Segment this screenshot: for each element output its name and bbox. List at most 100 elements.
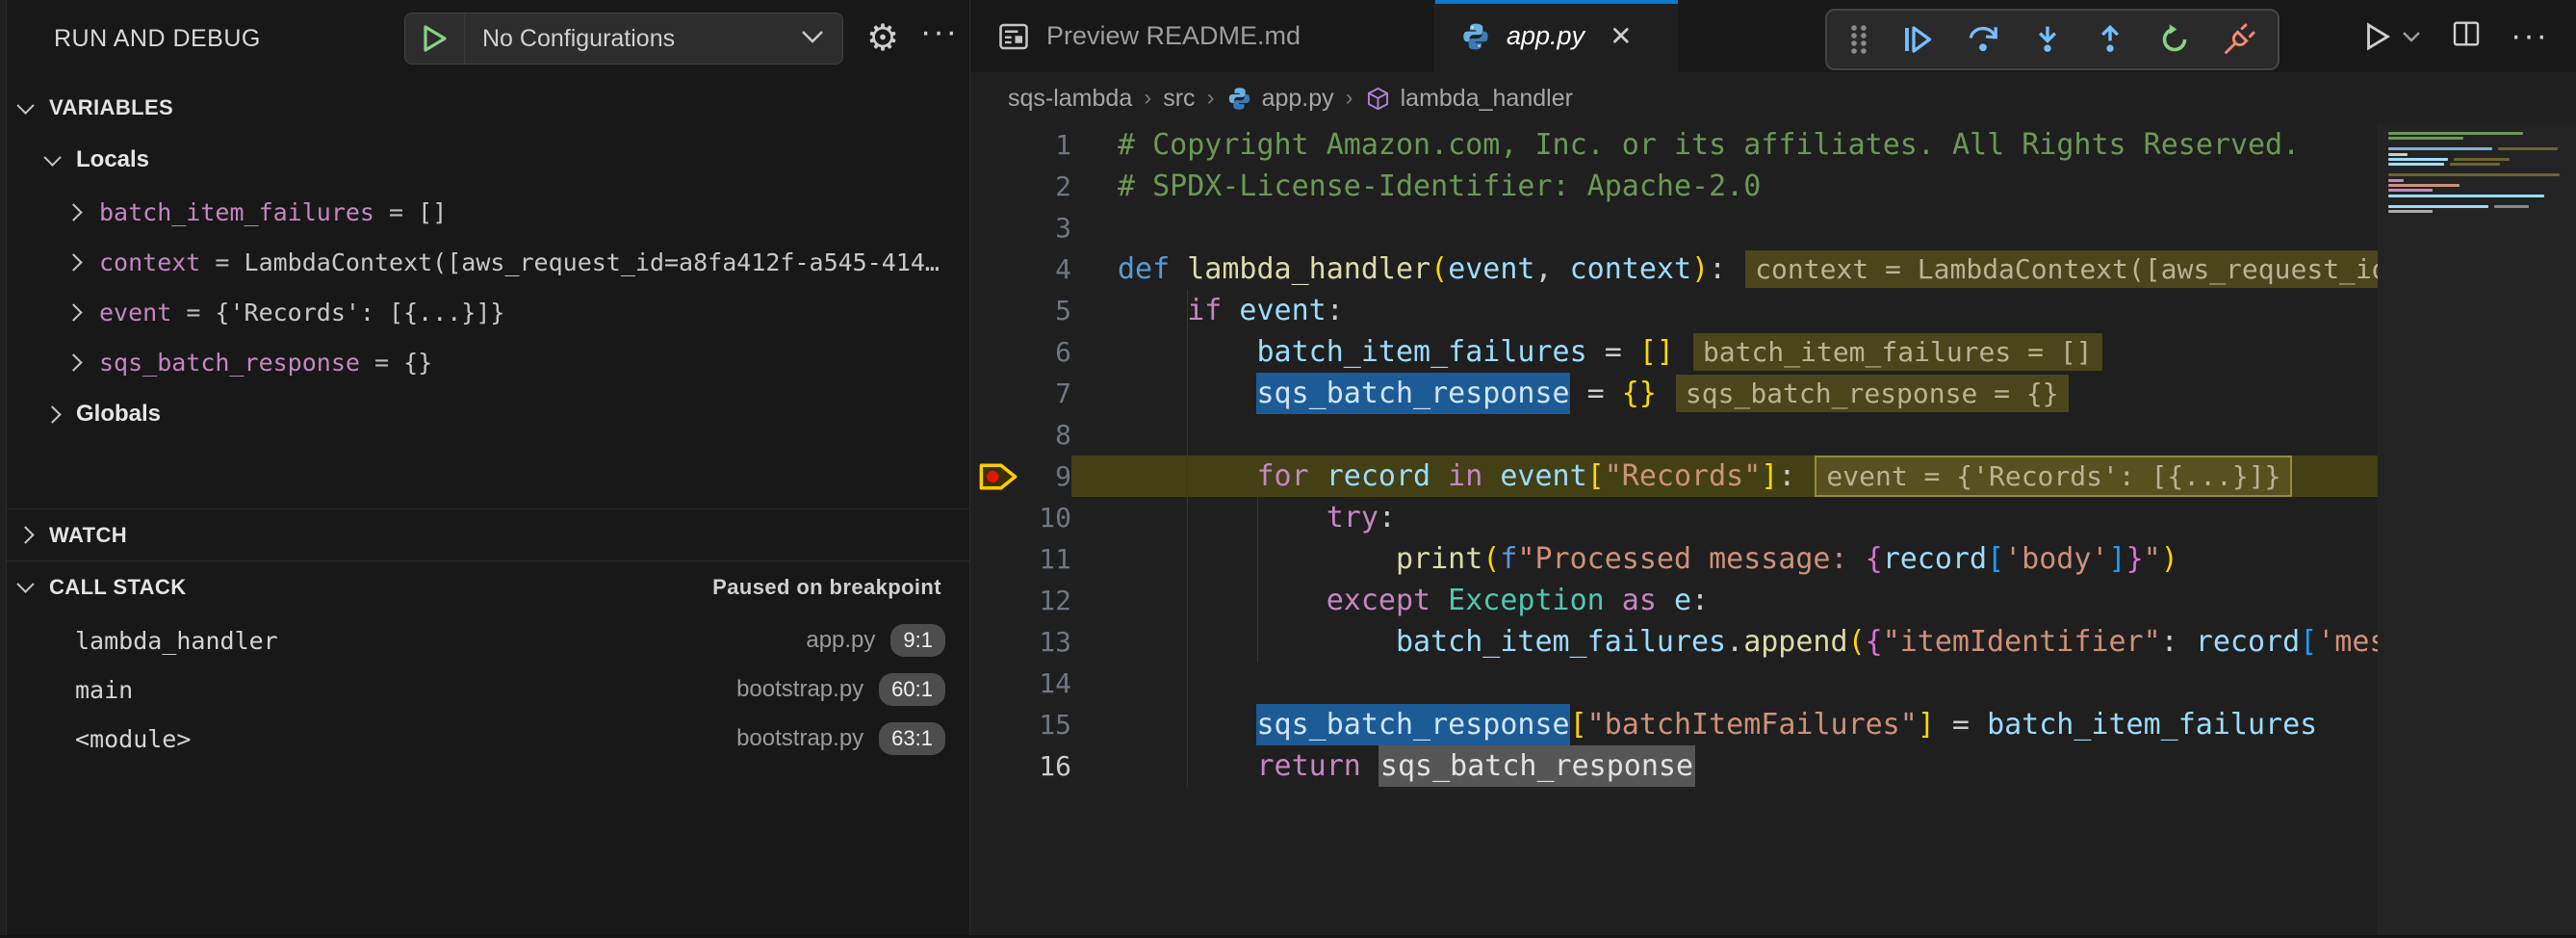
tab-bar: Preview README.md app.py ✕ (971, 0, 2576, 72)
call-stack-section-header[interactable]: CALL STACK Paused on breakpoint (0, 560, 970, 612)
stack-frame-row[interactable]: lambda_handler app.py9:1 (0, 616, 970, 664)
code-line[interactable]: # Copyright Amazon.com, Inc. or its affi… (1118, 124, 2378, 166)
variable-row[interactable]: sqs_batch_response = {} (0, 339, 970, 385)
line-number[interactable]: 1 (971, 124, 1071, 166)
editor-group: Preview README.md app.py ✕ (971, 0, 2576, 938)
sidebar-left-edge (0, 0, 7, 938)
line-col-badge: 9:1 (890, 624, 945, 657)
watch-header-label: WATCH (49, 523, 127, 548)
step-over-icon[interactable] (1965, 22, 2001, 57)
variables-section-header[interactable]: VARIABLES (0, 85, 970, 131)
line-number[interactable]: 13 (971, 621, 1071, 663)
chevron-collapsed-icon (16, 526, 34, 543)
line-number[interactable]: 16 (971, 745, 1071, 787)
code-line[interactable]: print(f"Processed message: {record['body… (1118, 538, 2378, 580)
minimap[interactable] (2378, 124, 2576, 938)
breadcrumb: sqs-lambda › src › app.py › lambda_handl… (1008, 72, 1573, 124)
globals-label: Globals (76, 401, 161, 428)
code-line[interactable]: for record in event["Records"]:event = {… (1118, 456, 2378, 497)
chevron-collapsed-icon (64, 303, 82, 321)
code-line[interactable]: # SPDX-License-Identifier: Apache-2.0 (1118, 166, 2378, 207)
tab-app-py[interactable]: app.py ✕ (1435, 0, 1678, 72)
code-line[interactable]: except Exception as e: (1118, 580, 2378, 621)
locals-label: Locals (76, 146, 149, 173)
inline-debug-value: context = LambdaContext([aws_request_id=… (1745, 250, 2378, 288)
globals-scope-row[interactable]: Globals (0, 391, 970, 437)
code-line[interactable]: sqs_batch_response["batchItemFailures"] … (1118, 704, 2378, 745)
code-line[interactable]: if event: (1118, 290, 2378, 331)
tab-preview-readme[interactable]: Preview README.md (971, 0, 1435, 72)
line-number[interactable]: 2 (971, 166, 1071, 207)
chevron-collapsed-icon (64, 203, 82, 221)
run-python-file-button[interactable] (2360, 20, 2422, 53)
watch-section-header[interactable]: WATCH (0, 508, 970, 560)
variable-row[interactable]: context = LambdaContext([aws_request_id=… (0, 239, 970, 285)
inline-debug-value: event = {'Records': [{...}]} (1815, 456, 2292, 497)
locals-scope-row[interactable]: Locals (0, 137, 970, 183)
editor-actions: ··· (2360, 0, 2549, 72)
code-line[interactable]: sqs_batch_response = {}sqs_batch_respons… (1118, 373, 2378, 414)
code-line[interactable] (1118, 207, 2378, 248)
chevron-collapsed-icon (64, 353, 82, 371)
code-line[interactable] (1118, 663, 2378, 704)
disconnect-icon[interactable] (2222, 22, 2256, 57)
line-number[interactable]: 12 (971, 580, 1071, 621)
chevron-expanded-icon (16, 96, 34, 114)
line-number[interactable]: 5 (971, 290, 1071, 331)
line-number[interactable]: 14 (971, 663, 1071, 704)
close-icon[interactable]: ✕ (1610, 20, 1632, 52)
breadcrumb-item[interactable]: lambda_handler (1401, 85, 1573, 113)
run-and-debug-sidebar: RUN AND DEBUG No Configurations ⚙ ··· VA… (0, 0, 970, 938)
chevron-down-icon (800, 28, 825, 50)
line-number[interactable]: 6 (971, 331, 1071, 373)
code-line[interactable]: def lambda_handler(event, context):conte… (1118, 248, 2378, 290)
variable-row[interactable]: event = {'Records': [{...}]} (0, 289, 970, 335)
line-number[interactable]: 11 (971, 538, 1071, 580)
code-line[interactable]: try: (1118, 497, 2378, 538)
chevron-expanded-icon (16, 575, 34, 592)
editor-more-icon[interactable]: ··· (2511, 17, 2549, 55)
continue-icon[interactable] (1899, 22, 1934, 57)
gear-icon[interactable]: ⚙ (866, 19, 899, 58)
python-icon (1226, 86, 1252, 112)
split-editor-icon[interactable] (2451, 18, 2482, 54)
launch-configuration-dropdown[interactable]: No Configurations (404, 13, 843, 65)
step-out-icon[interactable] (2094, 22, 2126, 57)
call-stack-header-label: CALL STACK (49, 575, 187, 600)
stack-frame-row[interactable]: main bootstrap.py60:1 (0, 665, 970, 714)
code-line[interactable]: batch_item_failures = []batch_item_failu… (1118, 331, 2378, 373)
inline-debug-value: sqs_batch_response = {} (1676, 375, 2069, 412)
views-more-icon[interactable]: ··· (920, 13, 959, 51)
chevron-expanded-icon (43, 148, 61, 166)
stack-frame-row[interactable]: <module> bootstrap.py63:1 (0, 715, 970, 763)
python-icon (1460, 21, 1491, 52)
line-number[interactable]: 10 (971, 497, 1071, 538)
start-debugging-icon[interactable] (405, 13, 465, 64)
breadcrumb-separator: › (1334, 85, 1365, 112)
breadcrumb-separator: › (1196, 85, 1226, 112)
line-number[interactable]: 7 (971, 373, 1071, 414)
chevron-collapsed-icon (64, 253, 82, 271)
debug-toolbar (1825, 9, 2280, 70)
step-into-icon[interactable] (2031, 22, 2064, 57)
restart-icon[interactable] (2157, 22, 2192, 57)
line-col-badge: 63:1 (879, 722, 945, 755)
code-line[interactable]: batch_item_failures.append({"itemIdentif… (1118, 621, 2378, 663)
breadcrumb-item[interactable]: src (1163, 85, 1195, 113)
breakpoint-current-arrow-icon[interactable] (977, 459, 1019, 499)
tab-label: app.py (1507, 21, 1584, 51)
variable-row[interactable]: batch_item_failures = [] (0, 189, 970, 235)
chevron-down-icon (2401, 30, 2422, 43)
code-line[interactable] (1118, 414, 2378, 456)
breadcrumb-item[interactable]: sqs-lambda (1008, 85, 1132, 113)
line-number[interactable]: 8 (971, 414, 1071, 456)
code-editor[interactable]: 12345678910111213141516 # Copyright Amaz… (971, 124, 2576, 938)
line-number[interactable]: 4 (971, 248, 1071, 290)
line-col-badge: 60:1 (879, 673, 945, 706)
markdown-preview-icon (996, 19, 1031, 54)
line-number[interactable]: 3 (971, 207, 1071, 248)
breadcrumb-item[interactable]: app.py (1262, 85, 1334, 113)
line-number[interactable]: 15 (971, 704, 1071, 745)
toolbar-drag-handle[interactable] (1848, 23, 1869, 56)
code-line[interactable]: return sqs_batch_response (1118, 745, 2378, 787)
